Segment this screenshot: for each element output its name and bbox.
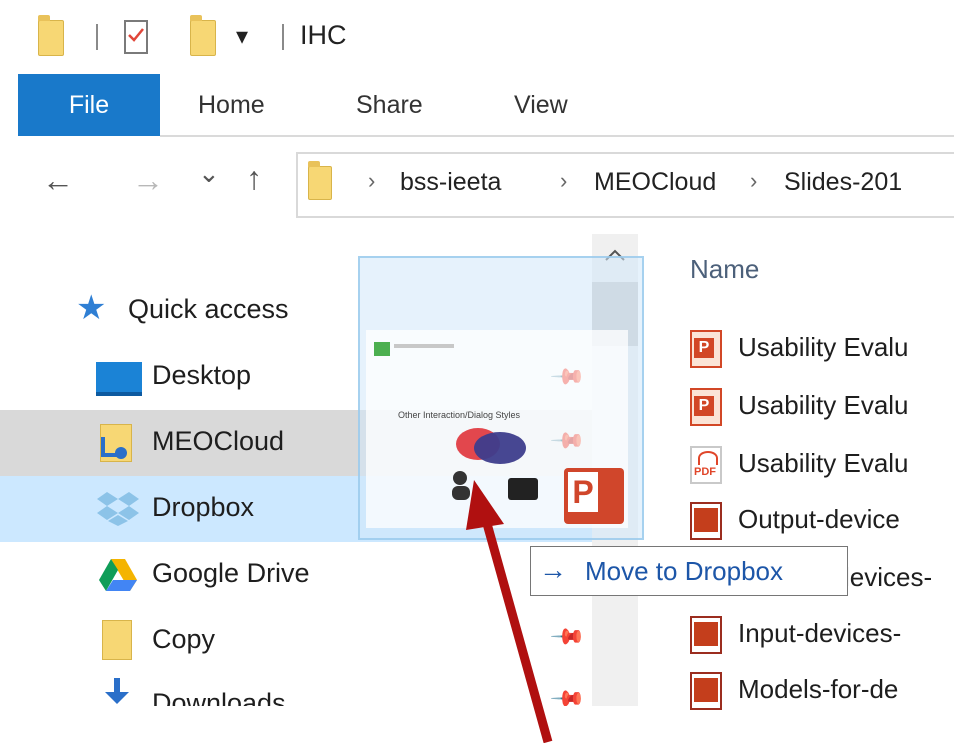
sidebar-item-label: Dropbox xyxy=(152,492,255,522)
folder-icon[interactable] xyxy=(38,15,64,56)
google-drive-icon xyxy=(98,558,138,597)
sidebar-item-label: Copy xyxy=(152,624,216,654)
separator xyxy=(282,24,284,50)
sidebar-item-label: Google Drive xyxy=(152,558,310,588)
back-button[interactable]: ← xyxy=(42,162,74,199)
tab-view[interactable]: View xyxy=(514,74,568,136)
breadcrumb-separator: › xyxy=(750,168,758,193)
pptx-icon: P xyxy=(690,388,722,426)
file-name: Usability Evalu xyxy=(738,390,909,420)
file-name: Models-for-de xyxy=(738,674,899,704)
sidebar-item-label: MEOCloud xyxy=(152,426,285,456)
breadcrumb-separator: › xyxy=(560,168,568,193)
sidebar-item-label: Desktop xyxy=(152,360,252,390)
folder-icon xyxy=(308,161,332,200)
ppt-icon xyxy=(690,502,722,540)
up-button[interactable]: ↑ xyxy=(246,160,262,197)
tab-file[interactable]: File xyxy=(18,74,160,136)
new-folder-icon[interactable] xyxy=(190,15,216,56)
move-to-dropbox-tooltip: → Move to Dropbox xyxy=(530,546,848,596)
ppt-icon xyxy=(690,672,722,710)
logo-text xyxy=(394,344,454,348)
logo-icon xyxy=(374,342,390,356)
tab-home[interactable]: Home xyxy=(198,74,265,136)
file-name: Output-device xyxy=(738,504,900,534)
file-name: Usability Evalu xyxy=(738,332,909,362)
powerpoint-icon: P xyxy=(564,468,624,524)
folder-icon xyxy=(102,620,132,660)
file-name: levices- xyxy=(844,562,933,592)
star-icon: ★ xyxy=(76,289,107,327)
tooltip-label: Move to Dropbox xyxy=(585,556,783,586)
forward-button[interactable]: → xyxy=(132,162,164,199)
recent-locations-dropdown[interactable]: ⌄ xyxy=(198,158,220,189)
download-icon xyxy=(100,678,134,706)
desktop-icon xyxy=(96,362,142,396)
slide-title: Other Interaction/Dialog Styles xyxy=(398,410,521,420)
meocloud-folder-icon xyxy=(100,424,132,462)
properties-icon[interactable] xyxy=(124,20,148,54)
pptx-icon: P xyxy=(690,330,722,368)
file-name: Input-devices- xyxy=(738,618,902,648)
annotation-arrow-icon xyxy=(466,480,553,743)
window-title: IHC xyxy=(300,20,347,50)
ppt-icon xyxy=(690,616,722,654)
ribbon-divider xyxy=(160,135,954,137)
customize-toolbar-dropdown[interactable]: ▾ xyxy=(236,22,248,51)
breadcrumb-slides[interactable]: Slides-201 xyxy=(784,168,902,197)
breadcrumb-separator: › xyxy=(368,168,376,193)
sidebar-item-label: Downloads xyxy=(152,688,286,706)
file-name: Usability Evalu xyxy=(738,448,909,478)
breadcrumb-meocloud[interactable]: MEOCloud xyxy=(594,168,716,197)
breadcrumb-bss-ieeta[interactable]: bss-ieeta xyxy=(400,168,501,197)
sidebar-item-label: Quick access xyxy=(128,294,289,324)
separator xyxy=(96,24,98,50)
pdf-icon: PDF xyxy=(690,446,722,484)
column-header-name[interactable]: Name xyxy=(690,254,759,285)
tab-share[interactable]: Share xyxy=(356,74,423,136)
dropbox-icon xyxy=(96,490,140,531)
